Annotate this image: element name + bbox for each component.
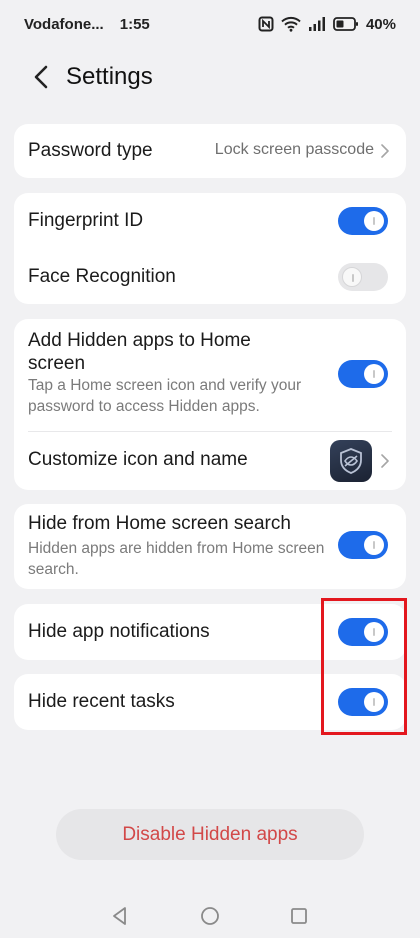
password-type-row[interactable]: Password type Lock screen passcode xyxy=(14,124,406,178)
biometrics-card: Fingerprint ID Face Recognition xyxy=(14,193,406,304)
disable-hidden-apps-button[interactable]: Disable Hidden apps xyxy=(56,809,364,860)
face-recognition-row: Face Recognition xyxy=(14,249,406,305)
back-arrow-icon xyxy=(34,65,48,89)
battery-percent: 40% xyxy=(365,15,396,33)
hidden-apps-shield-icon xyxy=(330,440,372,482)
customize-icon-title: Customize icon and name xyxy=(28,449,248,470)
highlight-box xyxy=(321,598,407,735)
fingerprint-row: Fingerprint ID xyxy=(14,193,406,249)
customize-icon-row[interactable]: Customize icon and name xyxy=(14,432,406,490)
hide-search-row: Hide from Home screen search Hidden apps… xyxy=(14,504,406,589)
toggle-knob xyxy=(364,211,384,231)
status-bar: Vodafone... 1:55 40% xyxy=(0,0,420,48)
hide-search-subtitle: Hidden apps are hidden from Home screen … xyxy=(28,540,325,578)
fingerprint-title: Fingerprint ID xyxy=(28,210,144,231)
hide-recent-title: Hide recent tasks xyxy=(28,691,175,712)
toggle-knob xyxy=(364,535,384,555)
password-card: Password type Lock screen passcode xyxy=(14,124,406,178)
home-circle-icon[interactable] xyxy=(198,904,222,928)
toggle-knob xyxy=(364,364,384,384)
signal-icon xyxy=(308,16,326,32)
add-home-toggle[interactable] xyxy=(338,360,388,388)
back-button[interactable] xyxy=(26,62,56,92)
search-card: Hide from Home screen search Hidden apps… xyxy=(14,504,406,589)
add-home-row: Add Hidden apps to Home screen Tap a Hom… xyxy=(14,319,406,429)
nfc-icon xyxy=(258,16,274,32)
hide-search-toggle[interactable] xyxy=(338,531,388,559)
chevron-right-icon xyxy=(381,454,389,468)
recents-square-icon[interactable] xyxy=(287,904,311,928)
navigation-bar xyxy=(0,896,420,936)
clock: 1:55 xyxy=(119,15,150,33)
password-type-value: Lock screen passcode xyxy=(214,141,374,158)
battery-icon xyxy=(333,16,359,32)
add-home-title: Add Hidden apps to Home screen xyxy=(28,330,251,374)
hidden-apps-card: Add Hidden apps to Home screen Tap a Hom… xyxy=(14,319,406,490)
wifi-icon xyxy=(281,16,301,32)
chevron-right-icon xyxy=(381,144,389,158)
hide-search-title: Hide from Home screen search xyxy=(28,513,291,534)
carrier-label: Vodafone... xyxy=(24,15,104,33)
header: Settings xyxy=(0,52,420,102)
hide-notifications-title: Hide app notifications xyxy=(28,621,210,642)
page-title: Settings xyxy=(66,63,153,90)
add-home-subtitle: Tap a Home screen icon and verify your p… xyxy=(28,377,302,415)
back-triangle-icon[interactable] xyxy=(108,904,132,928)
face-recognition-title: Face Recognition xyxy=(28,266,176,287)
toggle-knob xyxy=(342,267,362,287)
password-type-title: Password type xyxy=(28,140,153,161)
face-recognition-toggle[interactable] xyxy=(338,263,388,291)
fingerprint-toggle[interactable] xyxy=(338,207,388,235)
